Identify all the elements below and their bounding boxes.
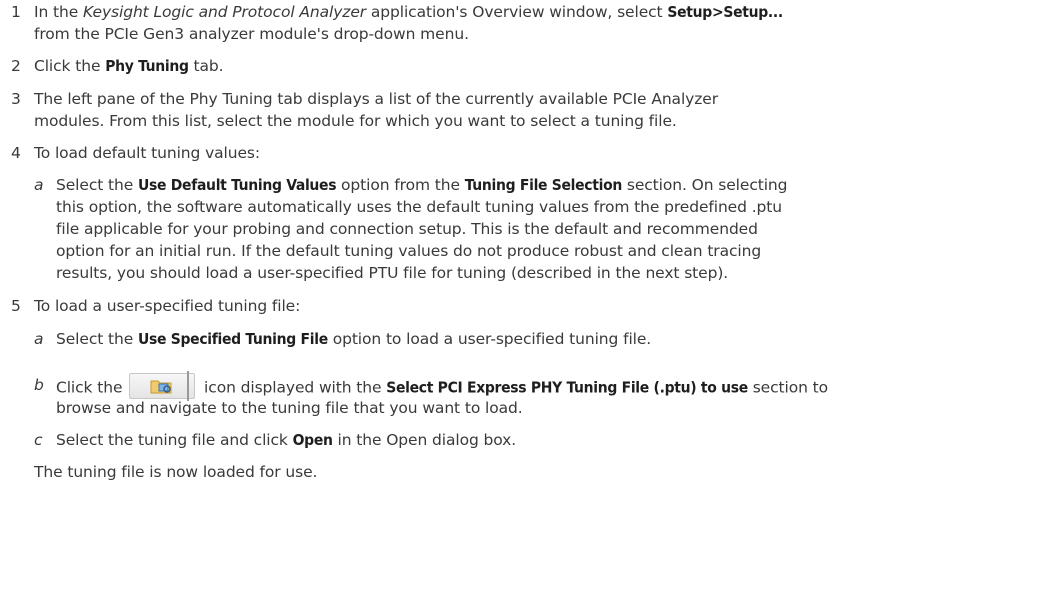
step-number: 4 [11,144,21,162]
text: In the [34,3,83,21]
step-4a-line-3: file applicable for your probing and con… [56,220,758,238]
text: section to [747,378,829,397]
text: Select the tuning file and click [56,431,293,449]
text: Select the [56,176,139,194]
document-page: 1 In the Keysight Logic and Protocol Ana… [0,0,1055,596]
step-5a-line: Select the Use Specified Tuning File opt… [56,329,651,349]
sub-letter: c [34,431,43,449]
step-5c-line: Select the tuning file and click Open in… [56,430,516,450]
step-4a-line-1: Select the Use Default Tuning Values opt… [56,175,788,195]
step-4a-line-2: this option, the software automatically … [56,198,782,216]
step-4-line: To load default tuning values: [34,144,261,162]
text: section. On selecting [622,176,788,194]
step-4a-line-5: results, you should load a user-specifie… [56,264,729,282]
option-name: Use Specified Tuning File [138,330,328,348]
step-1-line-1: In the Keysight Logic and Protocol Analy… [34,2,783,22]
closing-note: The tuning file is now loaded for use. [34,463,318,481]
text: option from the [336,176,465,194]
text: Click the [56,378,128,397]
step-number: 5 [11,297,21,315]
option-name: Use Default Tuning Values [138,176,337,194]
section-name: Tuning File Selection [464,176,623,194]
sub-letter: b [34,376,44,394]
step-2-line: Click the Phy Tuning tab. [34,56,224,76]
text: Select the [56,330,139,348]
button-name: Open [292,431,333,449]
step-3-line-2: modules. From this list, select the modu… [34,112,677,130]
text: option to load a user-specified tuning f… [327,330,652,348]
step-1-line-2: from the PCIe Gen3 analyzer module's dro… [34,25,469,43]
step-4a-line-4: option for an initial run. If the defaul… [56,242,762,260]
text: tab. [188,57,224,75]
step-number: 1 [11,3,21,21]
sub-letter: a [34,176,44,194]
text: application's Overview window, select [366,3,668,21]
text: icon displayed with the [199,378,387,397]
section-name: Select PCI Express PHY Tuning File (.ptu… [386,378,748,397]
menu-path: Setup>Setup... [667,3,783,21]
step-number: 2 [11,57,21,75]
text: in the Open dialog box. [332,431,517,449]
sub-letter: a [34,330,44,348]
browse-folder-icon[interactable] [129,371,196,401]
step-5-line: To load a user-specified tuning file: [34,297,301,315]
tab-name: Phy Tuning [105,57,189,75]
text: Click the [34,57,106,75]
step-number: 3 [11,90,21,108]
step-5b-line-2: browse and navigate to the tuning file t… [56,399,523,417]
app-name: Keysight Logic and Protocol Analyzer [83,3,367,21]
step-3-line-1: The left pane of the Phy Tuning tab disp… [34,90,718,108]
